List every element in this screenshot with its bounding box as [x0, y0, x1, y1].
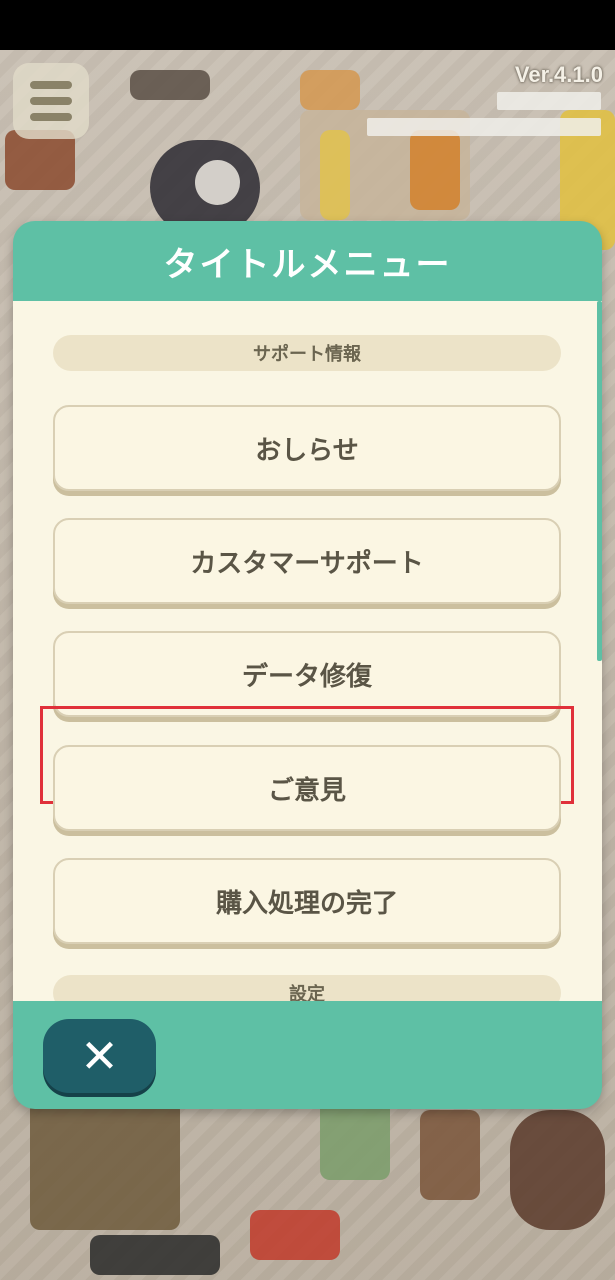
section-header-settings: 設定 — [53, 975, 561, 1001]
complete-purchase-button[interactable]: 購入処理の完了 — [53, 858, 561, 944]
data-repair-button[interactable]: データ修復 — [53, 631, 561, 717]
customer-support-button[interactable]: カスタマーサポート — [53, 518, 561, 604]
close-icon: ✕ — [80, 1029, 119, 1083]
version-label: Ver.4.1.0 — [514, 62, 603, 87]
feedback-button[interactable]: ご意見 — [53, 745, 561, 831]
redacted-bar — [367, 118, 601, 136]
close-button[interactable]: ✕ — [43, 1019, 156, 1093]
hamburger-line — [30, 97, 72, 105]
scrollbar[interactable] — [597, 301, 602, 661]
news-button[interactable]: おしらせ — [53, 405, 561, 491]
hamburger-line — [30, 113, 72, 121]
menu-button[interactable] — [13, 63, 89, 139]
menu-list[interactable]: サポート情報 おしらせ カスタマーサポート データ修復 ご意見 購入処理の完了 … — [13, 301, 602, 1001]
section-header-support: サポート情報 — [53, 335, 561, 371]
dialog-title: タイトルメニュー — [163, 244, 452, 285]
hamburger-line — [30, 81, 72, 89]
redacted-bar — [497, 92, 601, 110]
title-menu-dialog: タイトルメニュー サポート情報 おしらせ カスタマーサポート データ修復 ご意見… — [13, 221, 602, 1109]
status-bar — [0, 0, 615, 50]
